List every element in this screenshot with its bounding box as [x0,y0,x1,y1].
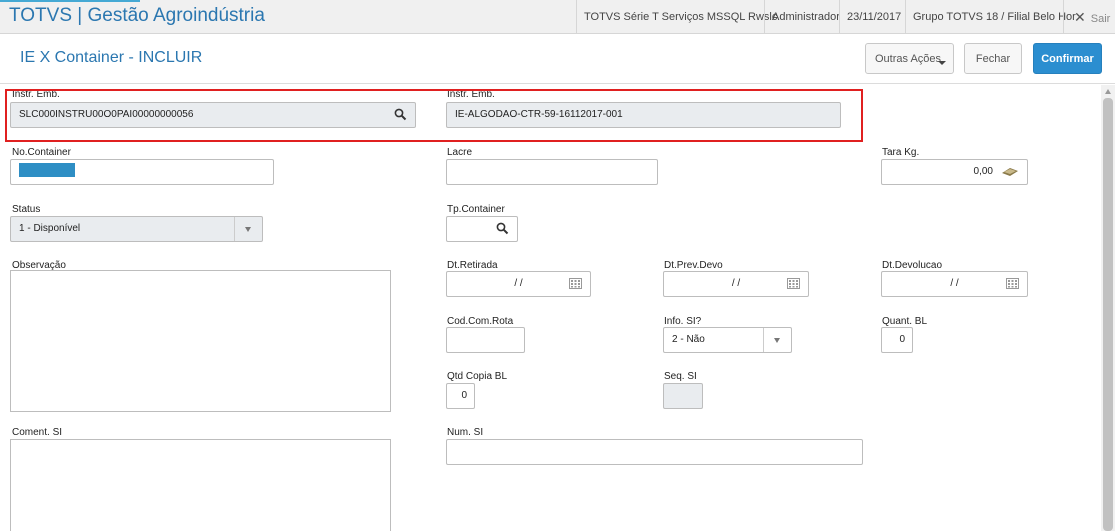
si-info-value: 2 - Não [672,334,705,345]
observation-textarea[interactable] [10,270,391,412]
user-info[interactable]: Administrador [764,0,847,34]
brand-accent-line [0,0,140,2]
environment-info[interactable]: TOTVS Série T Serviços MSSQL Rwslc [576,0,784,34]
calendar-icon[interactable] [569,272,582,296]
chevron-down-icon [938,61,946,65]
seal-label: Lacre [447,147,473,158]
calculator-icon[interactable] [1001,160,1019,184]
si-seq-input[interactable] [663,383,703,409]
expected-return-date-value: / / [731,278,741,289]
pickup-date-label: Dt.Retirada [447,260,498,271]
container-no-label: No.Container [12,147,71,158]
page-header: IE X Container - INCLUIR Outras Ações Fe… [0,34,1115,84]
route-code-input[interactable] [446,327,525,353]
calendar-icon[interactable] [1006,272,1019,296]
status-select[interactable]: 1 - Disponível [10,216,263,242]
dropdown-separator [763,328,764,352]
tare-value: 0,00 [973,166,993,177]
page-title: IE X Container - INCLUIR [20,49,203,66]
calendar-icon[interactable] [787,272,800,296]
text-selection [19,163,75,178]
app-brand: TOTVS | Gestão Agroindústria [9,5,265,26]
close-button[interactable]: Fechar [964,43,1022,74]
bl-qty-label: Quant. BL [882,316,928,327]
vertical-scrollbar[interactable] [1101,85,1115,531]
si-number-input[interactable] [446,439,863,465]
close-icon: ✕ [1074,9,1086,25]
status-value: 1 - Disponível [19,223,81,234]
status-label: Status [12,204,41,215]
pickup-date-input[interactable]: / / [446,271,591,297]
return-date-input[interactable]: / / [881,271,1028,297]
bl-copy-qty-value: 0 [461,390,467,401]
tare-label: Tara Kg. [882,147,920,158]
tare-input[interactable]: 0,00 [881,159,1028,185]
si-comment-textarea[interactable] [10,439,391,531]
chevron-down-icon [245,227,251,232]
si-number-label: Num. SI [447,427,484,438]
expected-return-date-label: Dt.Prev.Devo [664,260,723,271]
bl-qty-input[interactable]: 0 [881,327,913,353]
route-code-label: Cod.Com.Rota [447,316,514,327]
bl-copy-qty-label: Qtd Copia BL [447,371,508,382]
si-seq-label: Seq. SI [664,371,697,382]
container-type-label: Tp.Container [447,204,505,215]
search-icon[interactable] [496,217,509,241]
container-no-input[interactable] [10,159,274,185]
scroll-up-icon[interactable] [1105,89,1111,94]
expected-return-date-input[interactable]: / / [663,271,809,297]
si-comment-label: Coment. SI [12,427,63,438]
container-type-input[interactable] [446,216,518,242]
confirm-button[interactable]: Confirmar [1033,43,1102,74]
date-info[interactable]: 23/11/2017 [839,0,908,34]
top-bar: TOTVS | Gestão Agroindústria TOTVS Série… [0,0,1115,34]
si-info-select[interactable]: 2 - Não [663,327,792,353]
return-date-label: Dt.Devolucao [882,260,943,271]
pickup-date-value: / / [514,278,523,289]
exit-button[interactable]: ✕ Sair [1063,0,1115,34]
form-area: Instr. Emb. SLC000INSTRU00O0PAI000000000… [0,85,1100,531]
seal-input[interactable] [446,159,658,185]
bl-qty-value: 0 [899,334,905,345]
more-actions-button[interactable]: Outras Ações [865,43,954,74]
highlight-box [5,89,863,142]
bl-copy-qty-input[interactable]: 0 [446,383,475,409]
dropdown-separator [234,217,235,241]
branch-info[interactable]: Grupo TOTVS 18 / Filial Belo Hor [905,0,1083,34]
return-date-value: / / [950,278,959,289]
exit-label: Sair [1090,13,1111,25]
chevron-down-icon [774,338,780,343]
more-actions-label: Outras Ações [875,52,942,65]
si-info-label: Info. SI? [664,316,702,327]
scrollbar-thumb[interactable] [1103,98,1113,531]
